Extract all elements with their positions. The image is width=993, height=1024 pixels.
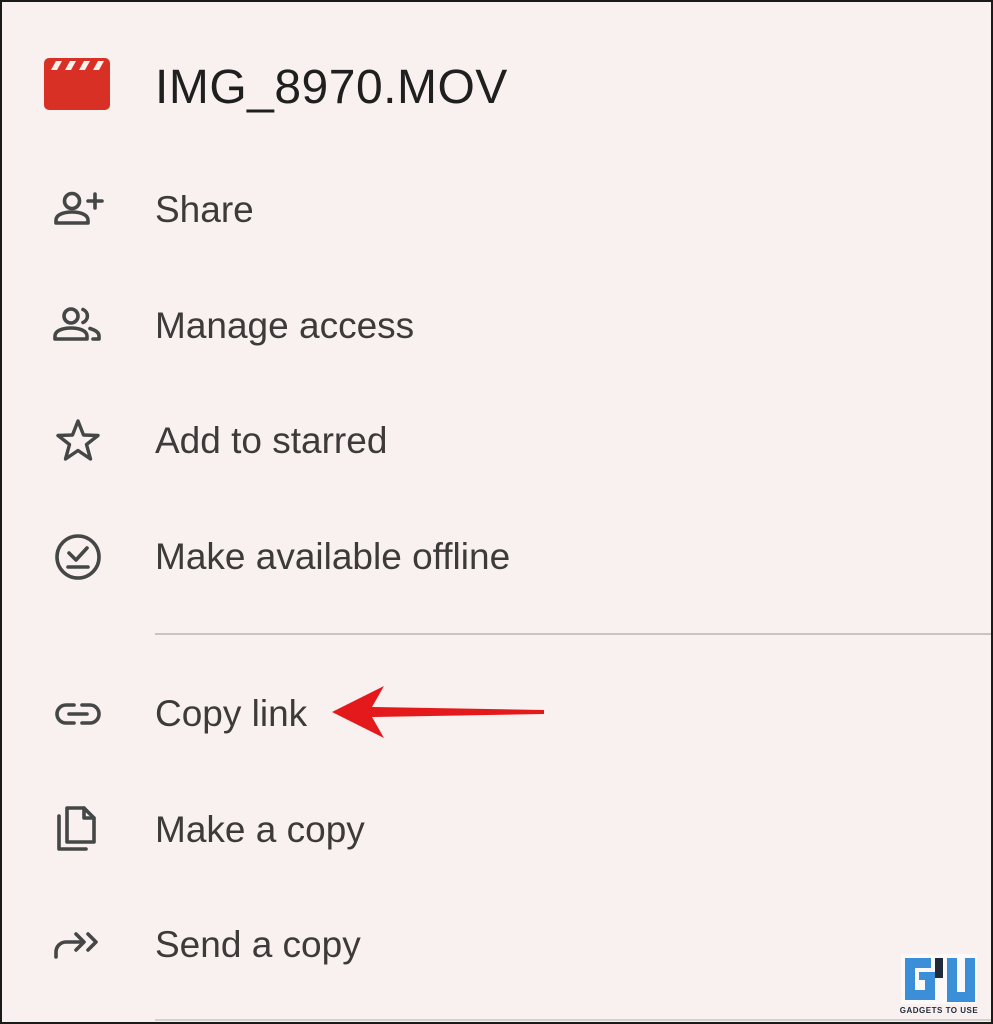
menu-item-add-to-starred[interactable]: Add to starred [2,396,991,486]
offline-check-icon [50,529,106,585]
menu-label-manage-access: Manage access [155,305,415,346]
file-name-title: IMG_8970.MOV [155,61,508,114]
link-icon [50,686,106,742]
menu-item-send-a-copy[interactable]: Send a copy [2,900,991,990]
menu-label-make-available-offline: Make available offline [155,536,511,577]
menu-item-make-available-offline[interactable]: Make available offline [2,512,991,602]
menu-label-share: Share [155,189,254,230]
menu-item-manage-access[interactable]: Manage access [2,281,991,371]
watermark-logo: GADGETS TO USE [895,952,983,1016]
watermark-text: GADGETS TO USE [899,1006,979,1015]
menu-label-add-to-starred: Add to starred [155,420,388,461]
file-header: IMG_8970.MOV [2,2,991,172]
menu-label-make-a-copy: Make a copy [155,809,365,850]
send-forward-icon [50,917,106,973]
person-add-icon [50,182,106,238]
star-outline-icon [50,413,106,469]
bottom-edge-line [155,1019,991,1021]
people-icon [50,298,106,354]
menu-divider [155,633,991,635]
bottom-sheet-menu: IMG_8970.MOV Share Manage access Add to … [0,0,993,1024]
menu-item-share[interactable]: Share [2,165,991,255]
annotation-arrow-icon [332,686,548,738]
video-file-icon [44,58,110,110]
menu-label-send-a-copy: Send a copy [155,924,361,965]
copy-file-icon [50,802,106,858]
menu-item-make-a-copy[interactable]: Make a copy [2,785,991,875]
menu-label-copy-link: Copy link [155,693,308,734]
